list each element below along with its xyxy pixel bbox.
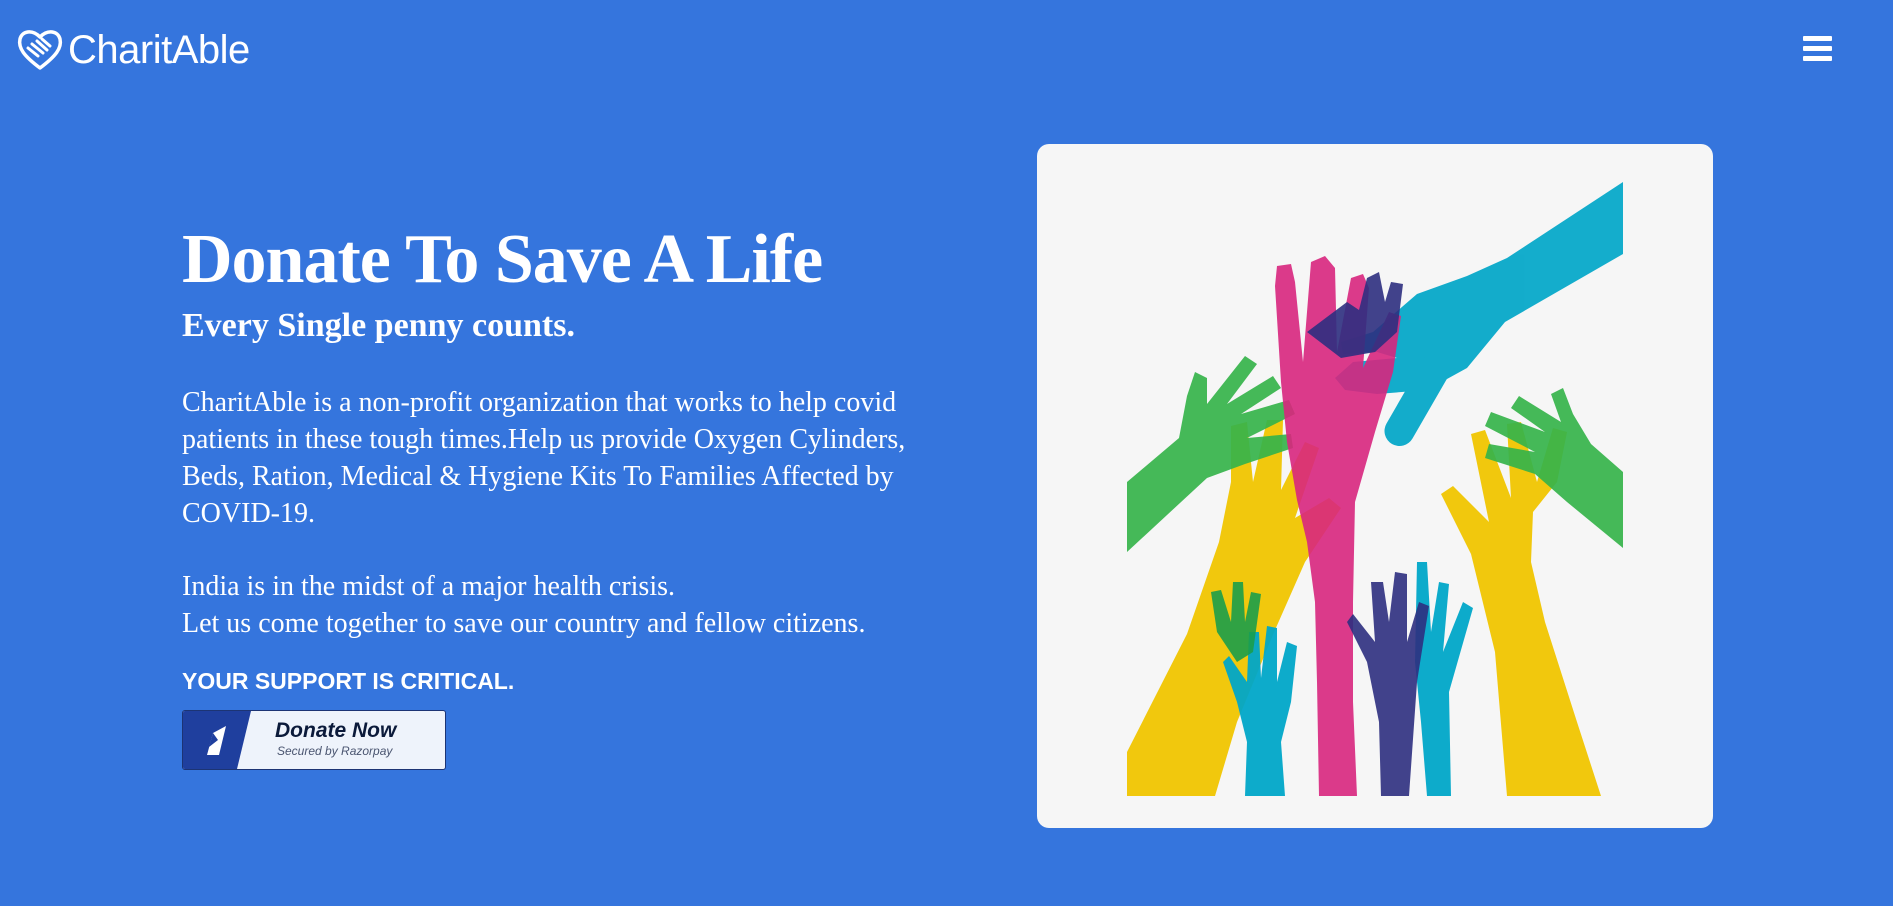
crisis-line-2: Let us come together to save our country… [182, 608, 866, 639]
support-callout: YOUR SUPPORT IS CRITICAL. [182, 668, 515, 694]
crisis-text: India is in the midst of a major health … [182, 568, 982, 642]
raised-hands-illustration [1127, 182, 1623, 796]
brand-name: CharitAble [68, 27, 250, 72]
hero-content: Donate To Save A Life Every Single penny… [182, 220, 982, 696]
donate-label: Donate Now [275, 719, 397, 742]
brand-link[interactable]: CharitAble [16, 26, 250, 74]
description-text: CharitAble is a non-profit organization … [182, 387, 906, 529]
donate-button-text: Donate Now Secured by Razorpay [275, 719, 396, 759]
navbar: CharitAble [0, 0, 1893, 100]
heart-hand-icon [16, 26, 64, 74]
donate-now-button[interactable]: Donate Now Secured by Razorpay [182, 710, 446, 770]
page-title: Donate To Save A Life [182, 221, 823, 298]
page-subtitle: Every Single penny counts. [182, 307, 575, 344]
razorpay-logo-icon [183, 711, 251, 769]
secured-by-label: Secured by Razorpay [277, 744, 393, 758]
hero-illustration-card [1037, 144, 1713, 828]
hamburger-menu-icon[interactable] [1803, 36, 1833, 64]
crisis-line-1: India is in the midst of a major health … [182, 571, 676, 602]
